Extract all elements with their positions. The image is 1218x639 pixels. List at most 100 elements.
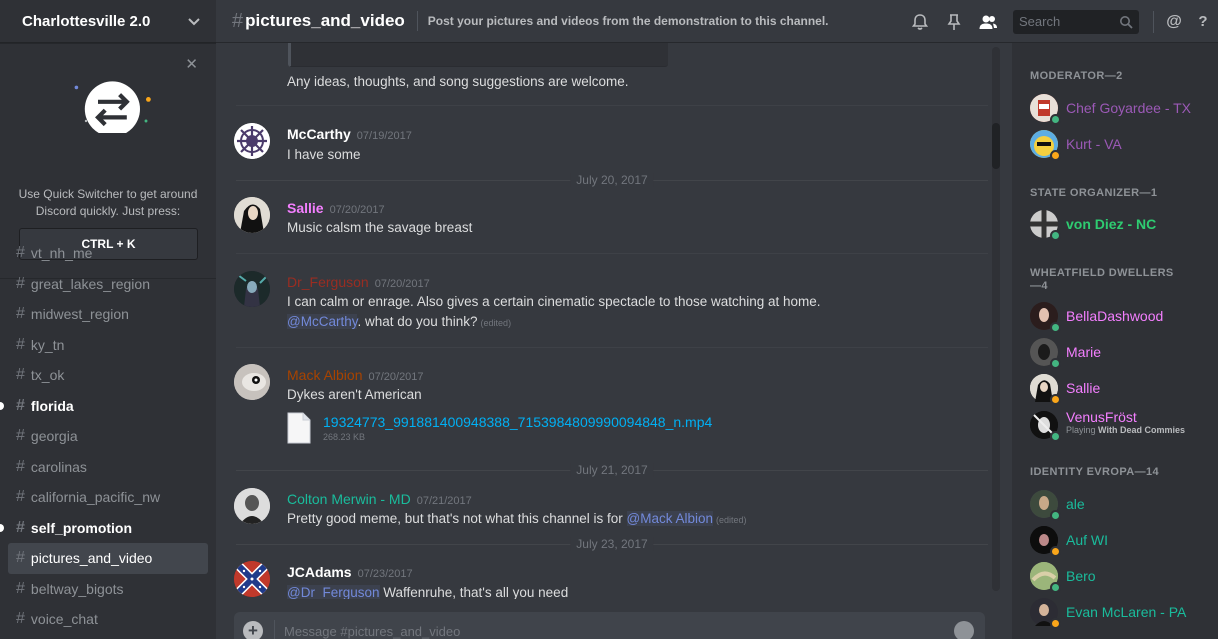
channel-name: voice_chat [30,611,98,628]
timestamp: 07/20/2017 [368,371,424,383]
avatar [1030,598,1061,629]
channel-item[interactable]: # ky_tn [8,330,208,361]
member-list-icon[interactable] [971,14,1005,30]
status-indicator [1050,431,1061,442]
hash-icon: # [16,518,25,536]
channel-item[interactable]: # california_pacific_nw [8,482,208,513]
channel-item[interactable]: # carolinas [8,452,208,483]
upload-icon[interactable]: + [243,621,263,639]
pin-icon[interactable] [937,13,971,31]
channel-name: florida [30,397,74,414]
scrollbar-thumb[interactable] [992,123,1000,169]
channel-item[interactable]: # voice_chat [8,604,208,635]
member-name: VenusFröst [1066,409,1137,425]
file-attachment[interactable]: 19324773_991881400948388_715398480999009… [287,412,712,444]
channel-item[interactable]: # self_promotion [0,513,208,544]
embed-fragment [288,43,668,67]
member-item[interactable]: Kurt - VA [1030,129,1210,161]
member-item[interactable]: Evan McLaren - PA [1030,597,1210,629]
bell-icon[interactable] [903,13,937,31]
hash-icon: # [16,244,25,262]
role-header: WHEATFIELD DWELLERS—4 [1030,267,1174,292]
status-indicator [1050,618,1061,629]
channel-item[interactable]: # pictures_and_video [8,543,208,574]
channel-topic[interactable]: Post your pictures and videos from the d… [428,14,829,28]
status-indicator [1050,394,1061,405]
channel-name: tx_ok [30,367,65,384]
avatar[interactable] [234,271,270,307]
channel-item[interactable]: # florida [0,391,208,422]
file-icon [287,412,311,444]
username[interactable]: Mack Albion [287,367,362,383]
member-activity: Playing With Dead Commies [1066,425,1185,435]
channel-name: vt_nh_me [30,245,93,262]
role-header: STATE ORGANIZER—1 [1030,187,1158,199]
message-input[interactable] [284,612,924,639]
member-item[interactable]: Marie [1030,337,1210,369]
search-box[interactable] [1013,9,1139,34]
member-item[interactable]: Sallie [1030,373,1210,405]
channel-item[interactable]: # beltway_bigots [8,574,208,605]
member-item[interactable]: Auf WI [1030,525,1210,557]
avatar[interactable] [234,561,270,597]
date-divider: July 23, 2017 [236,537,988,551]
close-icon[interactable]: ✕ [185,55,198,73]
avatar [1030,562,1061,593]
avatar[interactable] [234,123,270,159]
file-size: 268.23 KB [323,432,366,442]
composer-divider [274,620,275,639]
status-indicator [1050,114,1061,125]
user-mention[interactable]: @Dr_Ferguson [287,585,380,599]
mention-icon[interactable]: @ [1160,13,1188,31]
message-scrollbar[interactable] [992,47,1000,591]
edited-label: (edited) [480,318,512,328]
message-text: I can calm or enrage. Also gives a certa… [287,294,821,309]
member-item[interactable]: Chef Goyardee - TX [1030,93,1210,125]
toolbar-divider [1153,10,1154,33]
username[interactable]: Colton Merwin - MD [287,491,411,507]
hash-icon: # [16,457,25,475]
avatar [1030,338,1061,369]
status-indicator [1050,546,1061,557]
channel-item[interactable]: # great_lakes_region [8,269,208,300]
channel-item[interactable]: # midwest_region [8,299,208,330]
message-composer: + [234,612,985,639]
username[interactable]: Sallie [287,200,324,216]
user-mention[interactable]: @McCarthy [287,314,358,329]
member-item[interactable]: BellaDashwood [1030,301,1210,333]
member-item[interactable]: von Diez - NC [1030,209,1210,241]
channel-item[interactable]: # georgia [8,421,208,452]
member-item[interactable]: ale [1030,489,1210,521]
user-mention[interactable]: @Mack Albion [626,511,714,526]
avatar[interactable] [234,364,270,400]
member-item[interactable]: VenusFröst Playing With Dead Commies [1030,409,1210,442]
chevron-down-icon[interactable] [188,13,200,29]
avatar [1030,374,1061,405]
activity-prefix: Playing [1066,425,1099,435]
guild-header[interactable]: Charlottesville 2.0 [0,0,216,43]
avatar [1030,490,1061,521]
avatar[interactable] [234,197,270,233]
message-separator [236,253,988,254]
hash-icon: # [16,305,25,323]
file-link[interactable]: 19324773_991881400948388_715398480999009… [323,414,712,430]
avatar [1030,130,1061,161]
message-text: Pretty good meme, but that's not what th… [287,511,627,526]
date-divider: July 20, 2017 [236,173,988,187]
username[interactable]: McCarthy [287,126,351,142]
avatar [1030,94,1061,125]
username[interactable]: Dr_Ferguson [287,274,369,290]
channel-item[interactable]: # vt_nh_me [8,238,208,269]
channel-list: # vt_nh_me # great_lakes_region # midwest_r… [0,238,216,635]
timestamp: 07/20/2017 [374,278,430,290]
member-item[interactable]: Bero [1030,561,1210,593]
help-icon[interactable]: ? [1188,13,1218,30]
channel-item[interactable]: # tx_ok [8,360,208,391]
quick-switcher-text: Use Quick Switcher to get around Discord… [18,187,198,218]
emoji-icon[interactable] [954,621,974,639]
date-divider: July 21, 2017 [236,463,988,477]
hash-icon: # [16,396,25,414]
username[interactable]: JCAdams [287,564,352,580]
avatar[interactable] [234,488,270,524]
channel-name: pictures_and_video [30,550,153,567]
